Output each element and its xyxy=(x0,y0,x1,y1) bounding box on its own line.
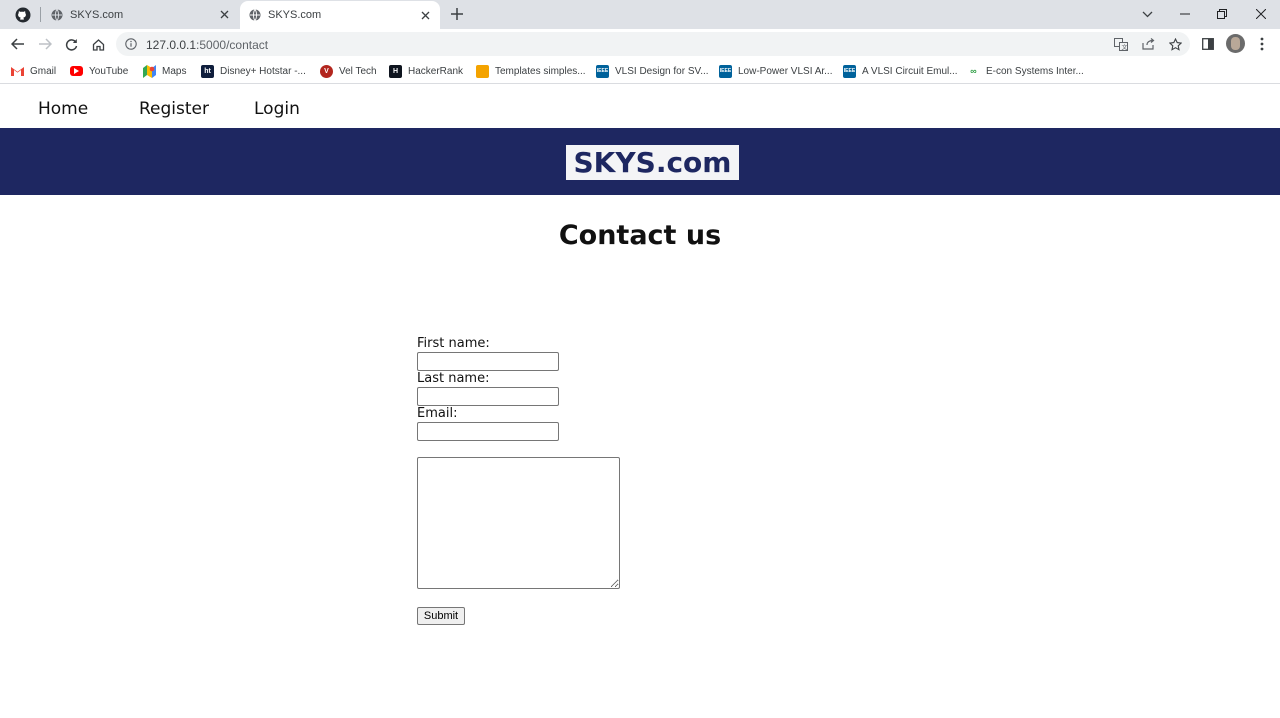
brand-name: SKYS.com xyxy=(573,146,732,179)
translate-icon[interactable]: 文 xyxy=(1113,36,1129,52)
reload-icon[interactable] xyxy=(62,35,80,53)
close-tab-icon[interactable] xyxy=(417,7,433,23)
more-menu-icon[interactable] xyxy=(1253,35,1271,53)
bookmark-label: Vel Tech xyxy=(339,65,377,77)
tab-separator xyxy=(40,7,41,22)
tab-title: SKYS.com xyxy=(268,9,322,21)
email-label: Email: xyxy=(417,406,458,421)
last-name-input[interactable] xyxy=(417,387,559,406)
tab-search-chevron-icon[interactable] xyxy=(1136,4,1158,24)
tab-title: SKYS.com xyxy=(70,8,124,21)
veltech-icon: V xyxy=(320,64,333,78)
tab-inactive[interactable]: SKYS.com xyxy=(42,0,239,29)
bookmark-ieee-3[interactable]: IEEE A VLSI Circuit Emul... xyxy=(843,63,958,79)
site-info-icon[interactable] xyxy=(125,38,137,50)
svg-text:文: 文 xyxy=(1122,43,1128,51)
bookmark-ieee-1[interactable]: IEEE VLSI Design for SV... xyxy=(596,63,709,79)
side-panel-icon[interactable] xyxy=(1199,35,1217,53)
ieee-icon: IEEE xyxy=(719,64,732,78)
hackerrank-icon: H xyxy=(389,64,402,78)
globe-icon xyxy=(249,9,261,21)
address-bar[interactable]: 127.0.0.1:5000/contact 文 xyxy=(116,32,1190,56)
first-name-input[interactable] xyxy=(417,352,559,371)
message-textarea[interactable] xyxy=(417,457,620,589)
bookmark-label: Low-Power VLSI Ar... xyxy=(738,65,833,77)
bookmark-label: Templates simples... xyxy=(495,65,586,77)
nav-register-link[interactable]: Register xyxy=(139,99,209,119)
bookmark-label: Gmail xyxy=(30,65,57,77)
back-arrow-icon[interactable] xyxy=(9,35,27,53)
new-tab-icon[interactable] xyxy=(448,5,466,23)
maps-icon xyxy=(143,64,156,78)
bookmark-label: Maps xyxy=(162,65,187,77)
github-icon[interactable] xyxy=(14,6,32,24)
site-nav: Home Register Login xyxy=(0,86,1280,128)
nav-login-link[interactable]: Login xyxy=(254,99,300,119)
bookmark-templates[interactable]: Templates simples... xyxy=(476,63,586,79)
bookmark-maps[interactable]: Maps xyxy=(143,63,186,79)
close-window-icon[interactable] xyxy=(1250,4,1272,24)
bookmark-hackerrank[interactable]: H HackerRank xyxy=(389,63,463,79)
tab-strip: SKYS.com SKYS.com xyxy=(0,0,1280,29)
bookmark-label: HackerRank xyxy=(408,65,464,77)
globe-icon xyxy=(51,8,63,21)
bookmark-star-icon[interactable] xyxy=(1167,36,1183,52)
last-name-label: Last name: xyxy=(417,371,490,386)
youtube-icon xyxy=(70,66,83,76)
email-input[interactable] xyxy=(417,422,559,441)
profile-avatar[interactable] xyxy=(1226,34,1245,53)
bookmark-econ[interactable]: ∞ E-con Systems Inter... xyxy=(967,63,1084,79)
close-tab-icon[interactable] xyxy=(216,7,232,23)
contact-form: First name: Last name: Email: Submit xyxy=(417,336,620,625)
url-path: :5000/contact xyxy=(196,38,269,52)
submit-button[interactable]: Submit xyxy=(417,607,465,625)
bookmark-label: Disney+ Hotstar -... xyxy=(220,65,306,77)
brand-banner: SKYS.com xyxy=(0,128,1280,195)
bookmark-label: YouTube xyxy=(89,65,129,77)
hotstar-icon: ht xyxy=(201,64,214,78)
tab-active[interactable]: SKYS.com xyxy=(240,1,440,29)
templates-icon xyxy=(476,64,489,78)
bookmark-label: E-con Systems Inter... xyxy=(986,65,1084,77)
home-icon[interactable] xyxy=(89,35,107,53)
minimize-icon[interactable] xyxy=(1174,4,1196,24)
bookmark-ieee-2[interactable]: IEEE Low-Power VLSI Ar... xyxy=(719,63,833,79)
gmail-icon xyxy=(11,65,24,78)
ieee-icon: IEEE xyxy=(596,64,609,78)
bookmark-youtube[interactable]: YouTube xyxy=(70,63,128,79)
bookmark-label: VLSI Design for SV... xyxy=(615,65,709,77)
econ-icon: ∞ xyxy=(970,66,977,76)
nav-home-link[interactable]: Home xyxy=(38,99,88,119)
url-host: 127.0.0.1 xyxy=(146,38,197,52)
brand-logo: SKYS.com xyxy=(566,145,739,180)
browser-toolbar: 127.0.0.1:5000/contact 文 xyxy=(0,29,1280,59)
bookmark-label: A VLSI Circuit Emul... xyxy=(862,65,958,77)
forward-arrow-icon[interactable] xyxy=(36,35,54,53)
page-title: Contact us xyxy=(558,220,722,251)
restore-icon[interactable] xyxy=(1211,4,1233,24)
bookmark-hotstar[interactable]: ht Disney+ Hotstar -... xyxy=(201,63,306,79)
bookmark-gmail[interactable]: Gmail xyxy=(11,63,56,79)
share-icon[interactable] xyxy=(1140,36,1156,52)
ieee-icon: IEEE xyxy=(843,64,856,78)
first-name-label: First name: xyxy=(417,336,490,351)
bookmark-veltech[interactable]: V Vel Tech xyxy=(320,63,377,79)
url-text: 127.0.0.1:5000/contact xyxy=(146,38,268,52)
bookmarks-bar: Gmail YouTube Maps ht Disney+ Hotstar -.… xyxy=(0,59,1280,84)
